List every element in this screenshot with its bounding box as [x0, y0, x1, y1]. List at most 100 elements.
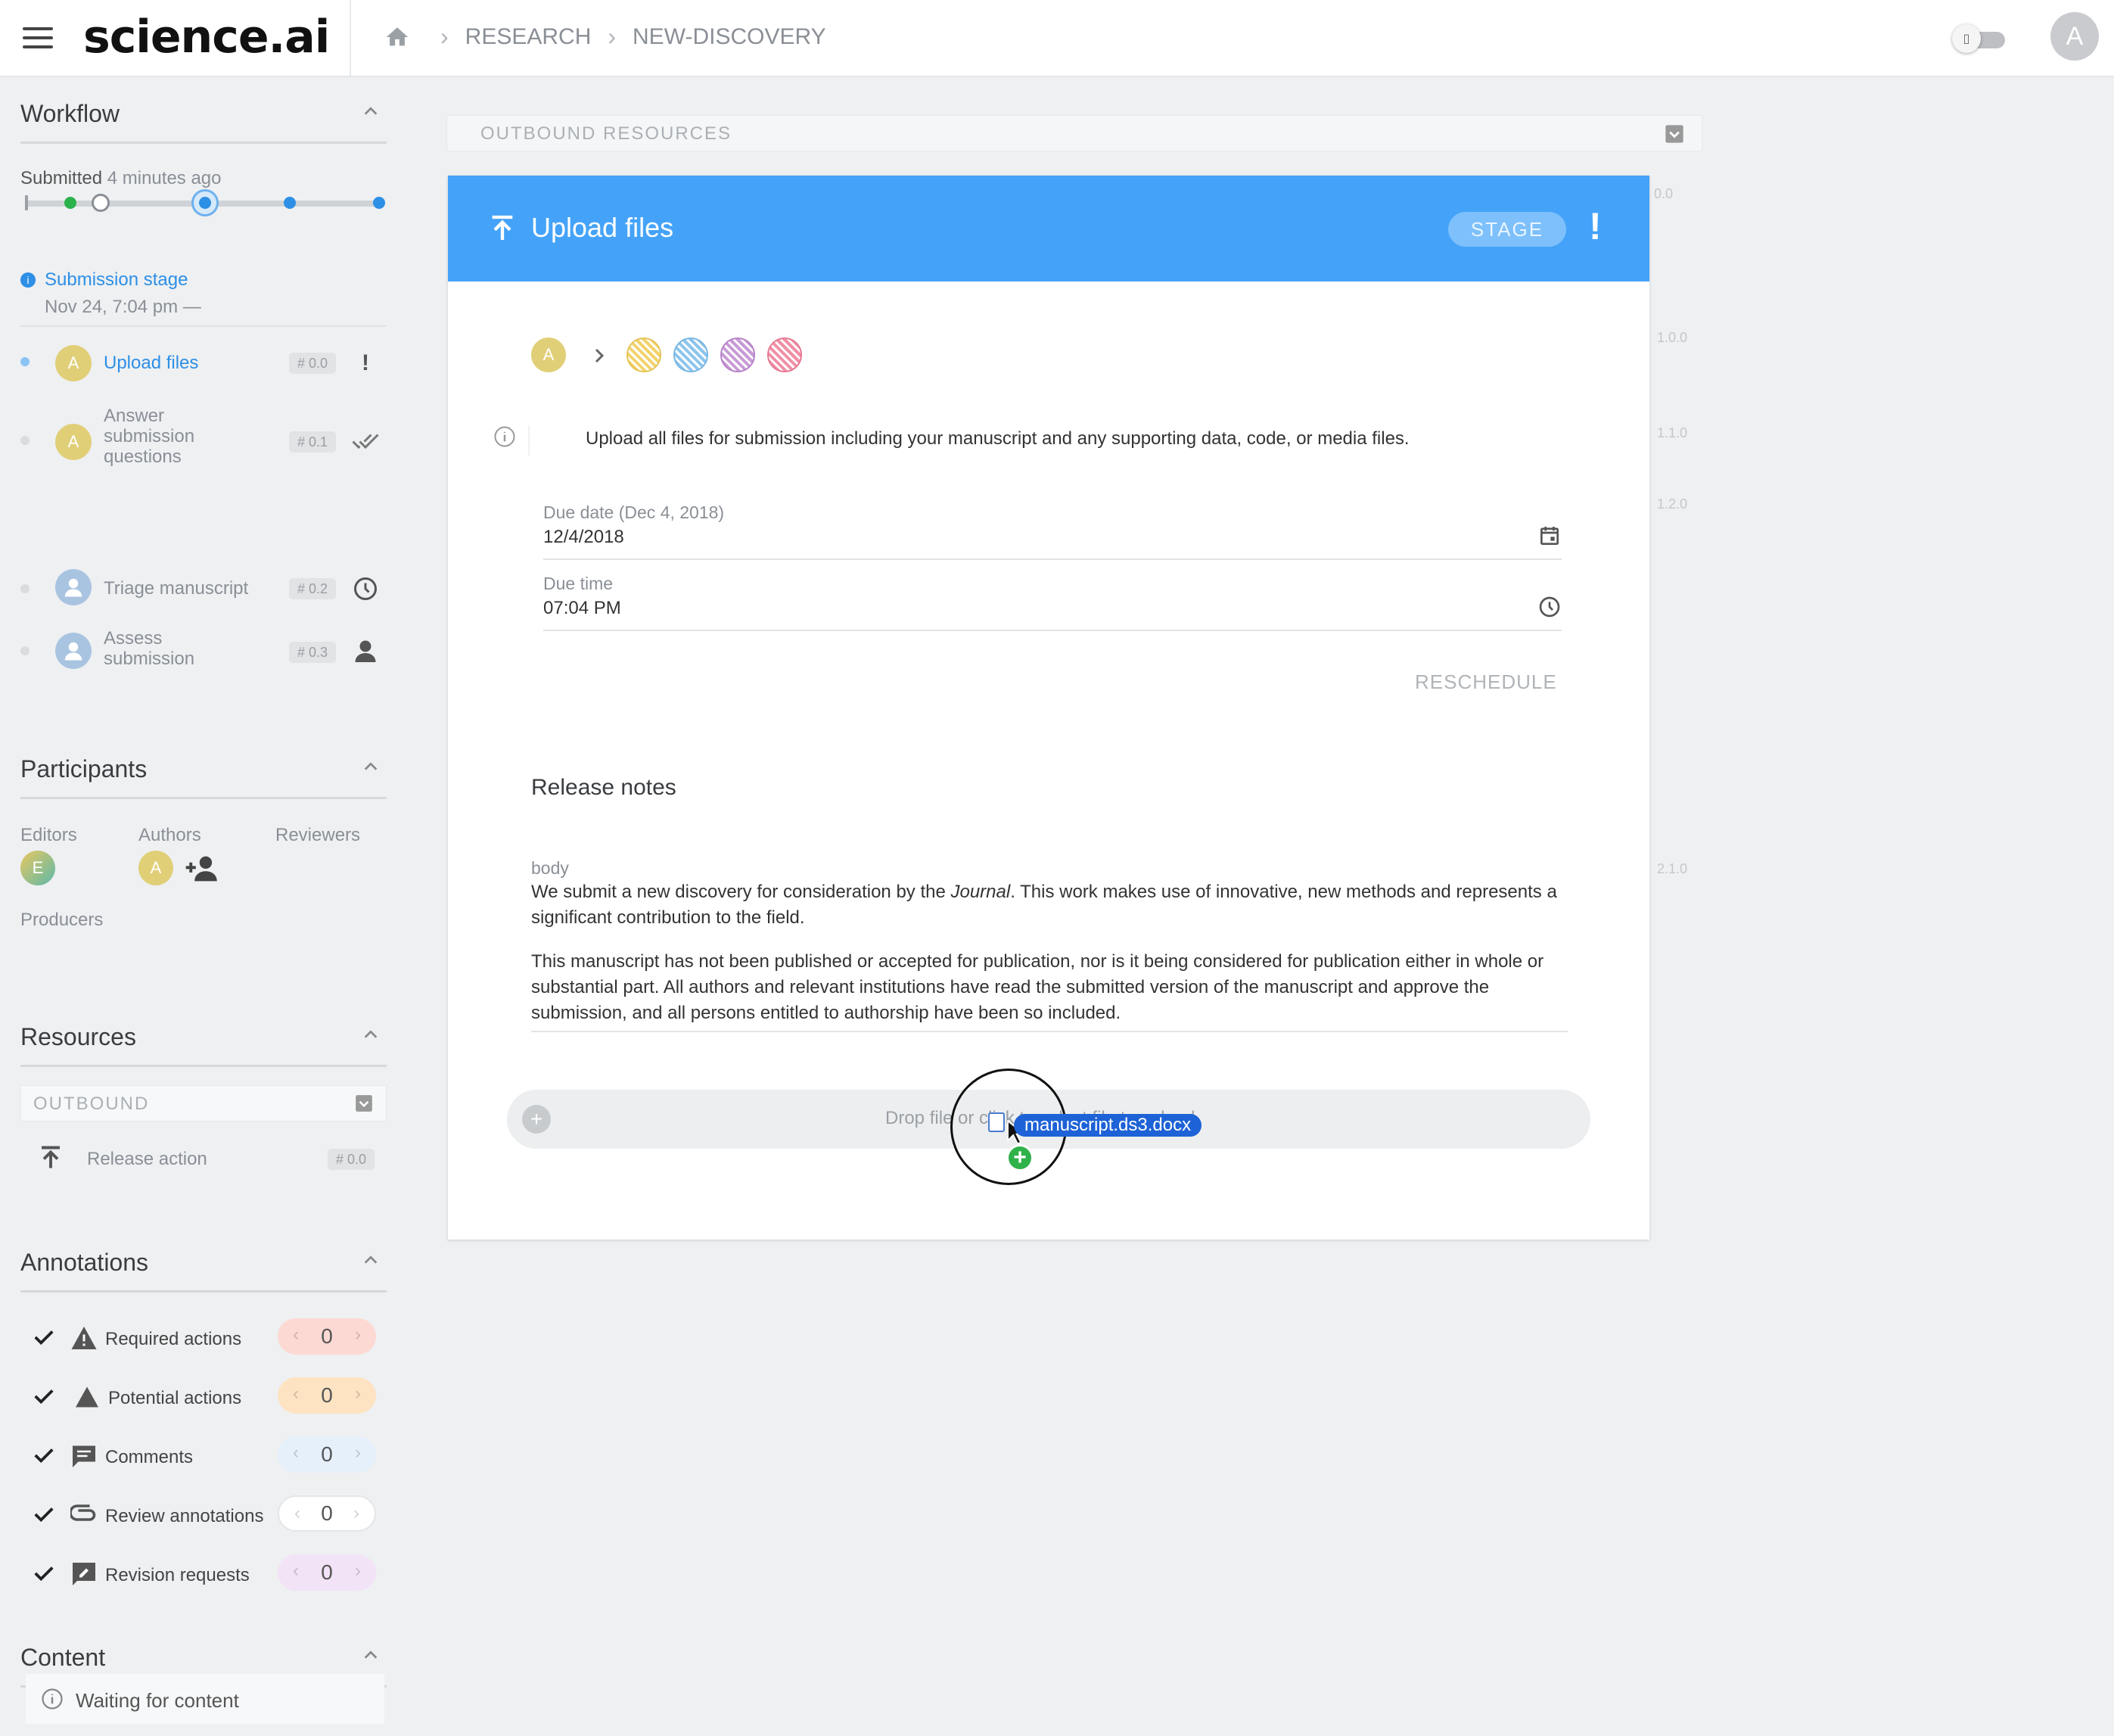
step-number: # 0.1	[289, 431, 336, 453]
due-date-value[interactable]: 12/4/2018	[543, 527, 624, 548]
workflow-item-assess-submission[interactable]: Assess submission # 0.3	[20, 621, 387, 681]
workflow-item-triage-manuscript[interactable]: Triage manuscript # 0.2	[20, 566, 387, 611]
instruction-text: Upload all files for submission includin…	[586, 428, 1410, 449]
annotation-comments[interactable]: Comments ‹ 0 ›	[20, 1435, 387, 1480]
annotation-required-actions[interactable]: Required actions ‹ 0 ›	[20, 1317, 387, 1362]
workflow-item-label: Assess submission	[104, 628, 195, 669]
chevron-up-icon[interactable]	[362, 1647, 379, 1663]
waiting-for-content: Waiting for content	[76, 1689, 239, 1712]
alert-icon: !	[1589, 205, 1602, 247]
participants-title: Participants	[20, 755, 148, 782]
annotation-revision-requests[interactable]: Revision requests ‹ 0 ›	[20, 1553, 387, 1598]
workflow-item-label: Answer submission questions	[104, 406, 195, 467]
check-icon[interactable]	[33, 1385, 55, 1408]
inbox-icon[interactable]	[354, 1094, 374, 1113]
comment-icon	[73, 1445, 95, 1467]
app-logo[interactable]: science.ai	[83, 11, 330, 64]
person-icon	[355, 640, 376, 662]
authors-label: Authors	[138, 825, 201, 845]
content-title: Content	[20, 1644, 106, 1671]
release-notes-body[interactable]: We submit a new discovery for considerat…	[531, 879, 1568, 1032]
annotation-count: 0	[321, 1560, 333, 1584]
annotation-label: Comments	[105, 1447, 194, 1467]
annotation-counter[interactable]: ‹ 0 ›	[278, 1436, 376, 1473]
editor-avatar[interactable]: E	[20, 851, 55, 885]
rate-review-icon	[73, 1563, 95, 1585]
resources-header[interactable]: Resources	[20, 1003, 387, 1067]
agent-avatar[interactable]: A	[531, 338, 566, 372]
annotation-counter[interactable]: ‹ 0 ›	[278, 1554, 376, 1591]
info-icon	[42, 1688, 63, 1710]
stage-block: i Submission stage Nov 24, 7:04 pm —	[20, 265, 387, 327]
submitted-label: Submitted	[20, 168, 103, 188]
reschedule-button[interactable]: RESCHEDULE	[1415, 670, 1557, 694]
step-number: # 0.0	[289, 353, 336, 374]
user-avatar-icon	[55, 569, 92, 605]
home-icon[interactable]	[384, 24, 410, 50]
release-action-item[interactable]: Release action # 0.0	[20, 1138, 387, 1181]
body-paragraph: We submit a new discovery for considerat…	[531, 882, 1557, 928]
annotation-counter[interactable]: ‹ 0 ›	[278, 1377, 376, 1414]
word-file-icon	[988, 1112, 1005, 1132]
inbox-icon[interactable]	[1664, 123, 1685, 145]
annotations-title: Annotations	[20, 1249, 149, 1276]
role-badge-icon[interactable]	[673, 338, 708, 372]
menu-icon[interactable]	[23, 27, 53, 48]
outbound-box: OUTBOUND	[20, 1085, 387, 1122]
role-badge-icon[interactable]	[720, 338, 755, 372]
reviewers-label: Reviewers	[275, 825, 361, 845]
workflow-item-label: Upload files	[104, 353, 199, 373]
role-badge-icon[interactable]	[626, 338, 661, 372]
avatar: A	[55, 345, 92, 381]
stage-name[interactable]: Submission stage	[45, 269, 188, 291]
add-icon[interactable]: +	[522, 1105, 551, 1134]
workflow-item-upload-files[interactable]: A Upload files # 0.0 !	[20, 342, 387, 387]
breadcrumb-research[interactable]: RESEARCH	[465, 24, 592, 50]
stage-button[interactable]: STAGE	[1448, 212, 1566, 247]
workflow-item-answer-questions[interactable]: A Answer submission questions # 0.1	[20, 403, 387, 478]
body-label: body	[531, 858, 569, 878]
chevron-up-icon[interactable]	[362, 758, 379, 775]
check-icon[interactable]	[33, 1444, 55, 1467]
check-icon[interactable]	[33, 1326, 55, 1349]
upload-icon	[42, 1146, 60, 1168]
chevron-up-icon[interactable]	[362, 103, 379, 120]
info-icon	[494, 426, 515, 447]
upload-files-card: Upload files STAGE ! A Upload all files …	[448, 176, 1649, 1240]
due-date-field[interactable]: Due date (Dec 4, 2018) 12/4/2018	[543, 502, 1562, 560]
outbound-resources-bar: OUTBOUND RESOURCES	[446, 115, 1702, 151]
chevron-up-icon[interactable]	[362, 1252, 379, 1268]
step-number: 1.1.0	[1657, 425, 1688, 440]
topbar-divider	[350, 0, 351, 76]
clock-icon[interactable]	[1537, 595, 1562, 619]
calendar-icon[interactable]	[1537, 524, 1562, 548]
breadcrumb-new-discovery[interactable]: NEW-DISCOVERY	[633, 24, 826, 50]
annotation-counter[interactable]: ‹ 0 ›	[278, 1495, 376, 1532]
view-toggle[interactable]: ▯	[1952, 24, 2007, 53]
producers-label: Producers	[20, 910, 104, 930]
due-time-field[interactable]: Due time 07:04 PM	[543, 574, 1562, 631]
chevron-up-icon[interactable]	[362, 1026, 379, 1043]
annotations-header[interactable]: Annotations	[20, 1229, 387, 1293]
annotation-label: Review annotations	[105, 1506, 264, 1526]
annotation-review-annotations[interactable]: Review annotations ‹ 0 ›	[20, 1494, 387, 1539]
participants-header[interactable]: Participants	[20, 736, 387, 799]
done-all-icon	[352, 434, 379, 450]
add-person-icon[interactable]	[185, 854, 219, 884]
due-time-value[interactable]: 07:04 PM	[543, 598, 621, 619]
annotation-counter[interactable]: ‹ 0 ›	[278, 1318, 376, 1355]
content-status-box: Waiting for content	[26, 1674, 384, 1724]
annotation-potential-actions[interactable]: Potential actions ‹ 0 ›	[20, 1376, 387, 1421]
alert-icon: !	[362, 350, 369, 375]
workflow-header[interactable]: Workflow	[20, 80, 387, 144]
user-avatar-icon	[55, 633, 92, 669]
check-icon[interactable]	[33, 1562, 55, 1585]
chevron-right-icon	[595, 348, 605, 363]
annotation-count: 0	[321, 1383, 333, 1407]
role-badge-icon[interactable]	[767, 338, 802, 372]
top-bar: science.ai › RESEARCH › NEW-DISCOVERY ▯ …	[0, 0, 2114, 77]
check-icon[interactable]	[33, 1503, 55, 1526]
annotation-count: 0	[321, 1501, 333, 1525]
author-avatar[interactable]: A	[138, 851, 173, 885]
user-avatar[interactable]: A	[2050, 12, 2099, 61]
